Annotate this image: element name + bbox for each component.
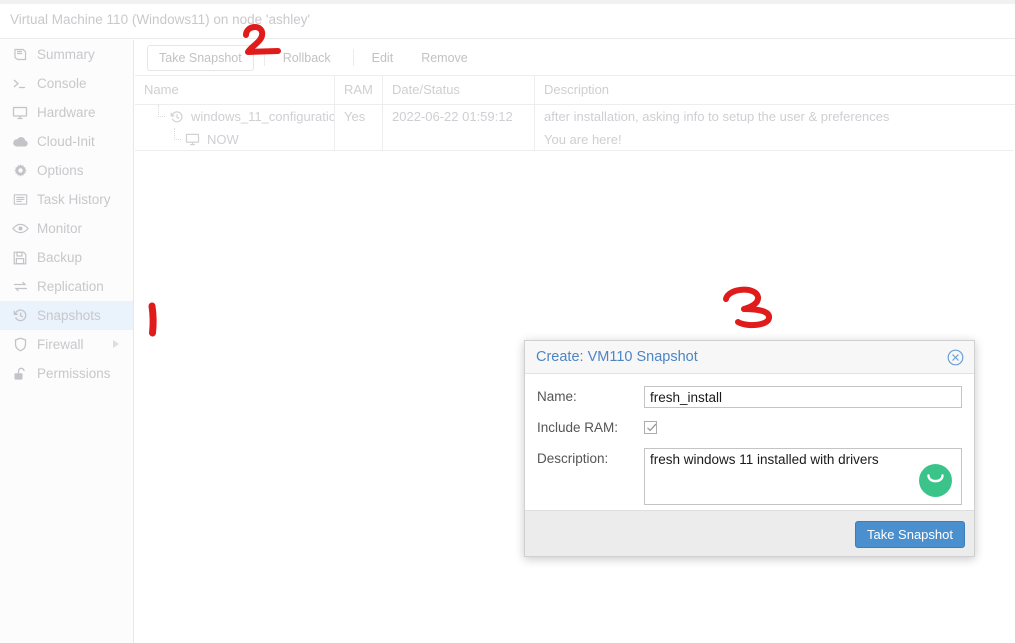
sidebar-item-summary[interactable]: Summary [0, 40, 133, 69]
close-circle-icon[interactable] [947, 349, 964, 366]
sidebar: Summary Console Hardware Cloud-Init Opti… [0, 40, 134, 643]
form-row-include-ram: Include RAM: [537, 417, 962, 439]
cell-date [383, 128, 535, 151]
proxmox-vm-snapshots-page: Virtual Machine 110 (Windows11) on node … [0, 0, 1015, 643]
snapshot-name-input[interactable] [644, 386, 962, 408]
cell-name: NOW [135, 128, 335, 151]
snapshots-table: Name RAM Date/Status Description windows… [135, 76, 1015, 151]
page-header: Virtual Machine 110 (Windows11) on node … [0, 4, 1015, 39]
sidebar-item-label: Monitor [37, 221, 83, 236]
monitor-icon [10, 105, 30, 121]
include-ram-label: Include RAM: [537, 420, 619, 435]
sidebar-item-label: Backup [37, 250, 83, 265]
sidebar-item-label: Options [37, 163, 84, 178]
cell-name: windows_11_configuration [135, 105, 335, 128]
page-title: Virtual Machine 110 (Windows11) on node … [10, 12, 311, 27]
sidebar-item-label: Console [37, 76, 87, 91]
dialog-take-snapshot-button[interactable]: Take Snapshot [854, 521, 965, 548]
list-icon [10, 192, 30, 208]
sidebar-item-replication[interactable]: Replication [0, 272, 133, 301]
table-header-row: Name RAM Date/Status Description [135, 76, 1015, 105]
summary-icon [10, 47, 30, 63]
table-row[interactable]: NOW You are here! [135, 128, 1015, 151]
unlock-icon [10, 366, 30, 382]
sidebar-item-label: Permissions [37, 366, 111, 381]
chevron-right-icon [113, 340, 119, 348]
include-ram-checkbox[interactable] [644, 421, 657, 434]
form-row-description: Description: fresh windows 11 installed … [537, 448, 962, 505]
monitor-icon [183, 133, 202, 146]
sidebar-item-console[interactable]: Console [0, 69, 133, 98]
table-body: windows_11_configuration Yes 2022-06-22 … [135, 105, 1015, 151]
column-header-ram[interactable]: RAM [335, 76, 383, 104]
sidebar-item-label: Cloud-Init [37, 134, 95, 149]
sidebar-item-label: Task History [37, 192, 111, 207]
sidebar-item-label: Snapshots [37, 308, 101, 323]
take-snapshot-button[interactable]: Take Snapshot [147, 44, 254, 71]
sidebar-item-monitor[interactable]: Monitor [0, 214, 133, 243]
floppy-icon [10, 250, 30, 266]
toolbar-divider [263, 49, 265, 66]
sidebar-item-backup[interactable]: Backup [0, 243, 133, 272]
remove-button[interactable]: Remove [409, 44, 480, 71]
column-header-date[interactable]: Date/Status [383, 76, 535, 104]
sidebar-item-options[interactable]: Options [0, 156, 133, 185]
sidebar-item-task-history[interactable]: Task History [0, 185, 133, 214]
dialog-body: Name: Include RAM: Description: fresh wi… [525, 374, 974, 510]
sidebar-item-firewall[interactable]: Firewall [0, 330, 133, 359]
edit-button[interactable]: Edit [359, 44, 406, 71]
eye-icon [10, 221, 30, 237]
column-header-description[interactable]: Description [535, 76, 1013, 104]
sidebar-item-hardware[interactable]: Hardware [0, 98, 133, 127]
sidebar-item-label: Hardware [37, 105, 96, 120]
tree-elbow [172, 128, 183, 150]
snapshot-name-label: NOW [207, 132, 239, 147]
dialog-title: Create: VM110 Snapshot [536, 349, 698, 365]
history-icon [167, 110, 186, 124]
snapshot-description-text: fresh windows 11 installed with drivers [650, 452, 879, 467]
dialog-header: Create: VM110 Snapshot [525, 341, 974, 374]
snapshot-name-label: windows_11_configuration [191, 109, 335, 124]
create-snapshot-dialog: Create: VM110 Snapshot Name: Include RAM… [524, 340, 975, 557]
history-icon [10, 308, 30, 324]
cursor-indicator [919, 464, 952, 497]
cell-date: 2022-06-22 01:59:12 [383, 105, 535, 128]
table-row[interactable]: windows_11_configuration Yes 2022-06-22 … [135, 105, 1015, 128]
description-label: Description: [537, 451, 609, 466]
toolbar-divider [352, 49, 354, 66]
cloud-icon [10, 134, 30, 150]
sidebar-item-permissions[interactable]: Permissions [0, 359, 133, 388]
rollback-button[interactable]: Rollback [270, 44, 343, 71]
sidebar-item-label: Replication [37, 279, 104, 294]
form-row-name: Name: [537, 386, 962, 408]
cell-ram: Yes [335, 105, 383, 128]
gear-icon [10, 163, 30, 179]
snapshot-description-input[interactable]: fresh windows 11 installed with drivers [644, 448, 962, 505]
sidebar-item-label: Summary [37, 47, 95, 62]
cell-ram [335, 128, 383, 151]
replication-icon [10, 279, 30, 295]
name-label: Name: [537, 389, 577, 404]
column-header-name[interactable]: Name [135, 76, 335, 104]
snapshot-toolbar: Take Snapshot Rollback Edit Remove [135, 40, 1015, 76]
sidebar-item-label: Firewall [37, 337, 84, 352]
tree-elbow [156, 105, 167, 128]
sidebar-item-snapshots[interactable]: Snapshots [0, 301, 133, 330]
cell-description: after installation, asking info to setup… [544, 109, 890, 124]
sidebar-item-cloud-init[interactable]: Cloud-Init [0, 127, 133, 156]
console-icon [10, 76, 30, 92]
cell-description: You are here! [535, 128, 1013, 151]
shield-icon [10, 337, 30, 353]
dialog-footer: Take Snapshot [525, 510, 974, 556]
